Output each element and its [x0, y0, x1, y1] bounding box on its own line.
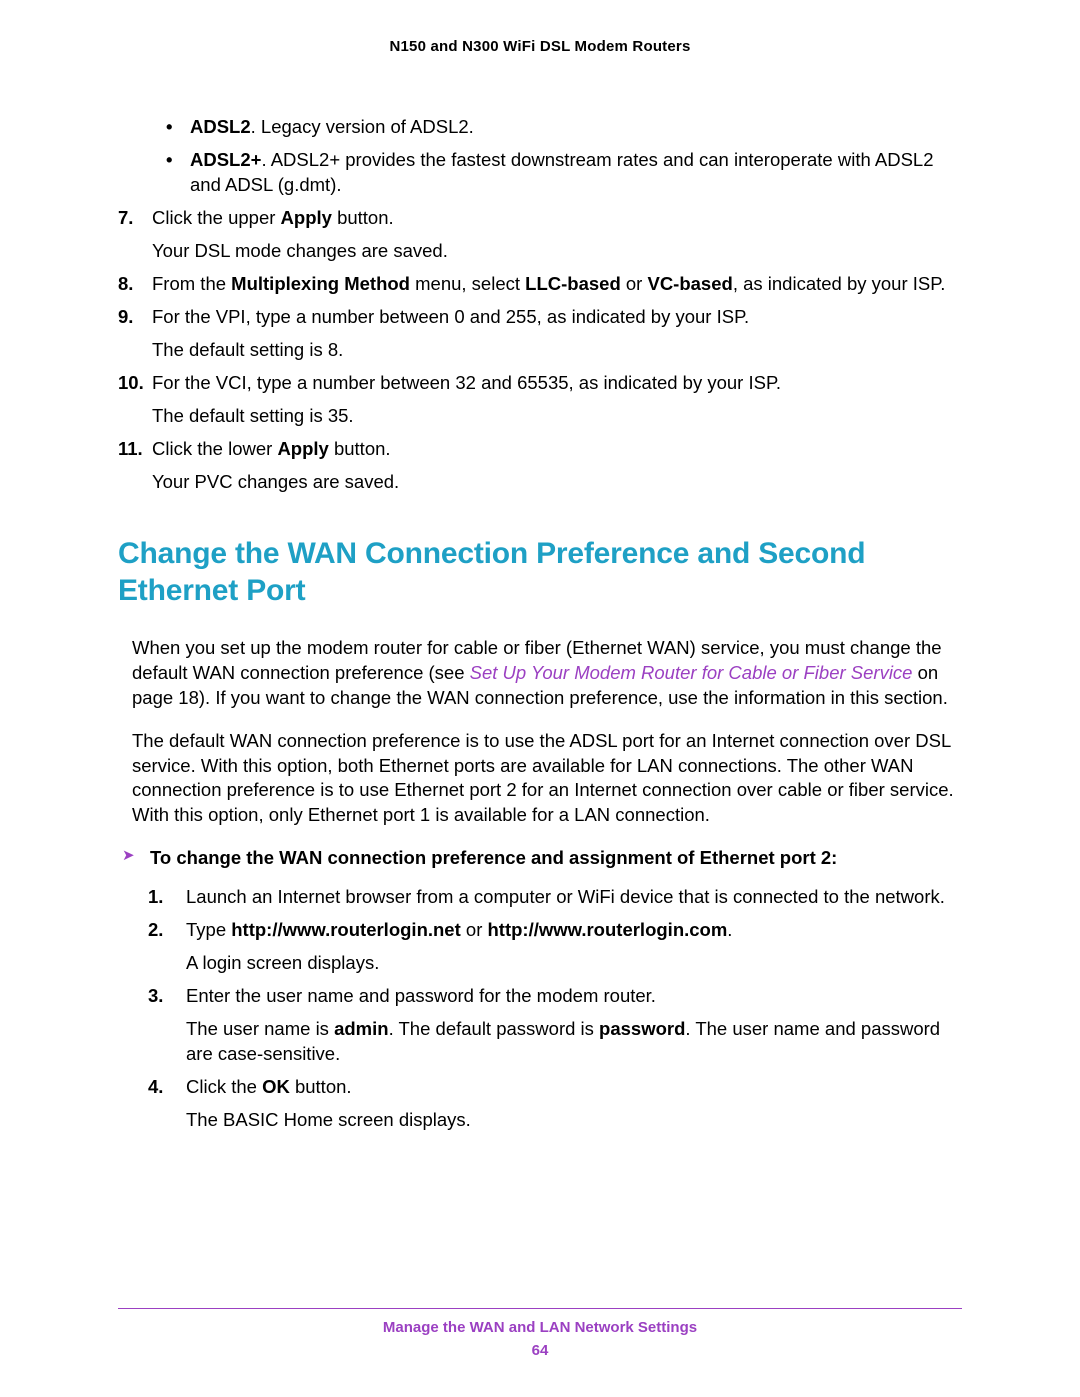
page-number: 64 — [118, 1342, 962, 1359]
step-result: The BASIC Home screen displays. — [186, 1108, 962, 1133]
bold-text: Apply — [277, 438, 328, 459]
step-number: 8. — [118, 272, 133, 297]
page-content: ADSL2. Legacy version of ADSL2. ADSL2+. A… — [118, 115, 962, 1133]
step-text: Click the OK button. — [186, 1076, 352, 1097]
step-text: From the Multiplexing Method menu, selec… — [152, 273, 945, 294]
list-item: 2. Type http://www.routerlogin.net or htt… — [148, 918, 962, 976]
bold-text: password — [599, 1018, 685, 1039]
document-page: N150 and N300 WiFi DSL Modem Routers ADS… — [0, 0, 1080, 1397]
bold-text: VC-based — [647, 273, 732, 294]
procedure-steps: 1. Launch an Internet browser from a comp… — [148, 885, 962, 1133]
step-number: 1. — [148, 885, 163, 910]
step-text: Enter the user name and password for the… — [186, 985, 656, 1006]
step-number: 10. — [118, 371, 144, 396]
step-number: 11. — [118, 437, 143, 462]
step-result: A login screen displays. — [186, 951, 962, 976]
list-item: 11. Click the lower Apply button. Your PVC… — [118, 437, 962, 495]
bold-text: Multiplexing Method — [231, 273, 410, 294]
bold-text: http://www.routerlogin.com — [488, 919, 728, 940]
list-item: 1. Launch an Internet browser from a comp… — [148, 885, 962, 910]
step-number: 7. — [118, 206, 133, 231]
step-text: Click the lower Apply button. — [152, 438, 391, 459]
step-number: 9. — [118, 305, 133, 330]
footer-rule — [118, 1308, 962, 1309]
step-text: Type http://www.routerlogin.net or http:… — [186, 919, 732, 940]
list-item: 9. For the VPI, type a number between 0 a… — [118, 305, 962, 363]
running-header: N150 and N300 WiFi DSL Modem Routers — [118, 38, 962, 55]
bold-text: http://www.routerlogin.net — [231, 919, 461, 940]
step-number: 3. — [148, 984, 163, 1009]
cross-reference-link[interactable]: Set Up Your Modem Router for Cable or Fi… — [470, 662, 913, 683]
list-item: 8. From the Multiplexing Method menu, sel… — [118, 272, 962, 297]
intro-paragraph-1: When you set up the modem router for cab… — [132, 636, 962, 711]
step-result: The default setting is 8. — [152, 338, 962, 363]
step-text: Launch an Internet browser from a comput… — [186, 886, 945, 907]
bullet-item: ADSL2+. ADSL2+ provides the fastest down… — [166, 148, 962, 198]
list-item: 7. Click the upper Apply button. Your DSL … — [118, 206, 962, 264]
step-result: Your DSL mode changes are saved. — [152, 239, 962, 264]
bold-text: Apply — [281, 207, 332, 228]
intro-paragraph-2: The default WAN connection preference is… — [132, 729, 962, 829]
step-number: 4. — [148, 1075, 163, 1100]
list-item: 3. Enter the user name and password for t… — [148, 984, 962, 1067]
step-result: The user name is admin. The default pass… — [186, 1017, 962, 1067]
bullet-item: ADSL2. Legacy version of ADSL2. — [166, 115, 962, 140]
step-text: Click the upper Apply button. — [152, 207, 394, 228]
page-footer: Manage the WAN and LAN Network Settings … — [118, 1308, 962, 1359]
step-text: For the VCI, type a number between 32 an… — [152, 372, 781, 393]
bullet-list: ADSL2. Legacy version of ADSL2. ADSL2+. A… — [166, 115, 962, 198]
step-text: For the VPI, type a number between 0 and… — [152, 306, 749, 327]
section-title: Change the WAN Connection Preference and… — [118, 535, 962, 610]
bullet-term: ADSL2+ — [190, 149, 261, 170]
bold-text: OK — [262, 1076, 290, 1097]
step-result: Your PVC changes are saved. — [152, 470, 962, 495]
procedure-heading: To change the WAN connection preference … — [118, 846, 962, 871]
step-result: The default setting is 35. — [152, 404, 962, 429]
footer-title: Manage the WAN and LAN Network Settings — [118, 1319, 962, 1336]
list-item: 10. For the VCI, type a number between 32… — [118, 371, 962, 429]
list-item: 4. Click the OK button. The BASIC Home scr… — [148, 1075, 962, 1133]
bullet-term: ADSL2 — [190, 116, 251, 137]
bold-text: LLC-based — [525, 273, 621, 294]
step-number: 2. — [148, 918, 163, 943]
bold-text: admin — [334, 1018, 388, 1039]
numbered-steps: 7. Click the upper Apply button. Your DSL … — [118, 206, 962, 495]
